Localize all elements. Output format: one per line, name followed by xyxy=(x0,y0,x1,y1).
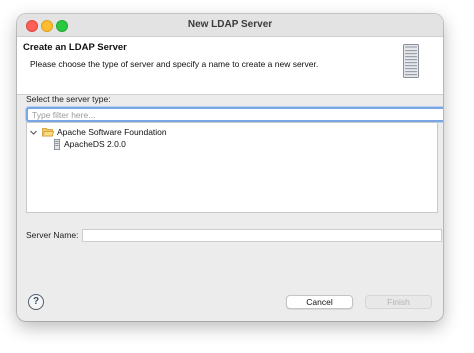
folder-open-icon xyxy=(42,128,54,137)
tree-item-label: Apache Software Foundation xyxy=(57,127,167,137)
server-type-filter-input[interactable] xyxy=(26,107,443,122)
wizard-banner: Create an LDAP Server Please choose the … xyxy=(17,37,443,95)
window-title: New LDAP Server xyxy=(187,19,273,30)
tree-item-label: ApacheDS 2.0.0 xyxy=(64,139,126,149)
help-icon[interactable]: ? xyxy=(28,294,44,310)
server-tower-icon xyxy=(403,44,419,78)
chevron-down-icon[interactable] xyxy=(29,128,38,137)
server-type-tree[interactable]: Apache Software Foundation ApacheDS 2.0.… xyxy=(26,122,438,213)
finish-button[interactable]: Finish xyxy=(365,295,432,309)
server-icon xyxy=(54,138,60,150)
new-ldap-server-dialog: New LDAP Server Create an LDAP Server Pl… xyxy=(17,14,443,321)
title-bar: New LDAP Server xyxy=(17,14,443,37)
tree-item-apacheds[interactable]: ApacheDS 2.0.0 xyxy=(54,138,126,150)
banner-title: Create an LDAP Server xyxy=(23,42,127,53)
server-name-label: Server Name: xyxy=(26,230,79,240)
server-type-label: Select the server type: xyxy=(26,94,111,104)
banner-description: Please choose the type of server and spe… xyxy=(30,59,319,69)
cancel-button[interactable]: Cancel xyxy=(286,295,353,309)
tree-item-apache-software-foundation[interactable]: Apache Software Foundation xyxy=(29,126,167,138)
server-name-input[interactable] xyxy=(82,229,442,242)
